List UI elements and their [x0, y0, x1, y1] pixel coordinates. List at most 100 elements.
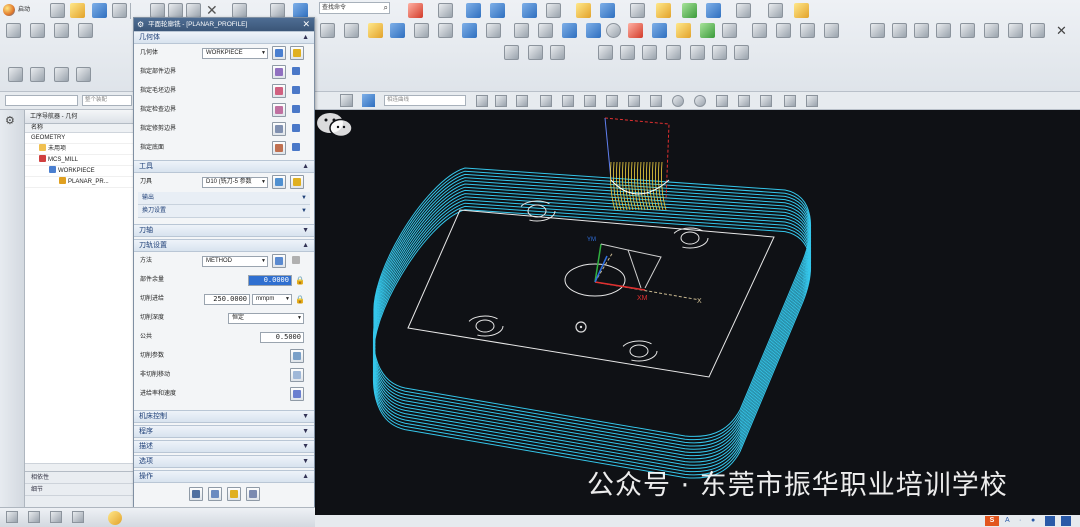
- op-mill-user-icon[interactable]: [712, 45, 727, 60]
- cube-view-icon[interactable]: [362, 94, 375, 107]
- snap-center-icon[interactable]: [540, 95, 552, 107]
- feature-navigator-icon[interactable]: [5, 200, 20, 215]
- operation-navigator-icon[interactable]: [5, 142, 20, 157]
- path-settings-section-header[interactable]: 刀轨设置 ▲: [134, 239, 314, 252]
- select-boundary-button[interactable]: [272, 141, 286, 155]
- replay-button[interactable]: [208, 487, 222, 501]
- ruler-icon[interactable]: [768, 3, 783, 18]
- tools-grid-icon[interactable]: [1061, 516, 1071, 526]
- shop-doc-icon[interactable]: [462, 23, 477, 38]
- keyboard-icon[interactable]: [1045, 516, 1055, 526]
- annotate-icon[interactable]: [800, 23, 815, 38]
- simulate-icon[interactable]: [652, 23, 667, 38]
- palette-icon[interactable]: [108, 511, 122, 525]
- extrude-icon[interactable]: [466, 3, 481, 18]
- snap-mid-icon[interactable]: [516, 95, 528, 107]
- op-mill-icon[interactable]: [528, 45, 543, 60]
- hd3d-tools-icon[interactable]: [5, 284, 20, 299]
- replay-toolpath-icon[interactable]: [368, 23, 383, 38]
- snap-tangent-icon[interactable]: [650, 95, 662, 107]
- view-icon[interactable]: [736, 3, 751, 18]
- graphics-window[interactable]: XM YM X 公众号 · 东莞市振华职业培训学校: [315, 110, 1080, 515]
- dimension-icon[interactable]: [794, 3, 809, 18]
- clock-icon[interactable]: [5, 406, 20, 421]
- snap-end-icon[interactable]: [495, 95, 507, 107]
- select-icon[interactable]: [960, 23, 975, 38]
- edit-method-button[interactable]: [290, 254, 304, 268]
- tree-row-unused[interactable]: 未用项: [25, 144, 133, 155]
- flag-icon[interactable]: [752, 23, 767, 38]
- details-panel[interactable]: 细节: [25, 484, 133, 496]
- snap-on-curve-icon[interactable]: [784, 95, 796, 107]
- command-search-input[interactable]: 查找命令 ⌕: [319, 2, 390, 14]
- roles-icon[interactable]: [5, 434, 20, 449]
- display-3d-icon[interactable]: [586, 23, 601, 38]
- geometry-section-header[interactable]: 几何体 ▲: [134, 31, 314, 44]
- punctuation-icon[interactable]: ·: [1019, 516, 1021, 526]
- move-layer-icon[interactable]: [892, 23, 907, 38]
- display-boundary-button[interactable]: [290, 84, 304, 98]
- circle-icon[interactable]: [606, 23, 621, 38]
- select-boundary-button[interactable]: [272, 65, 286, 79]
- tool-change-subsection[interactable]: 换刀设置 ▼: [138, 205, 310, 218]
- snap-line-icon[interactable]: [606, 95, 618, 107]
- machine-tool-navigator-icon[interactable]: [5, 168, 20, 183]
- status-icon-1[interactable]: [6, 511, 18, 523]
- measure-icon[interactable]: [682, 3, 697, 18]
- generate-button[interactable]: [189, 487, 203, 501]
- machine-control-section-header[interactable]: 机床控制 ▼: [134, 410, 314, 423]
- edit-display-icon[interactable]: [1008, 23, 1023, 38]
- generate-toolpath-icon[interactable]: [344, 23, 359, 38]
- dialog-close-icon[interactable]: ✕: [302, 18, 310, 31]
- cut-params-button[interactable]: [290, 349, 304, 363]
- snap-arc-icon[interactable]: [628, 95, 640, 107]
- description-section-header[interactable]: 描述 ▼: [134, 440, 314, 453]
- feature-icon[interactable]: [522, 3, 537, 18]
- output-subsection[interactable]: 输出 ▼: [138, 192, 310, 205]
- new-tool-button[interactable]: [272, 175, 286, 189]
- undo-icon[interactable]: [232, 3, 247, 18]
- options-section-header[interactable]: 选项 ▼: [134, 455, 314, 468]
- repeat-command-icon[interactable]: [270, 3, 285, 18]
- edit-geometry-button[interactable]: [290, 46, 304, 60]
- op-drill-icon[interactable]: [550, 45, 565, 60]
- op-probe-icon[interactable]: [642, 45, 657, 60]
- nav-machine-icon[interactable]: [30, 67, 45, 82]
- grid-icon[interactable]: [806, 95, 818, 107]
- lock-icon[interactable]: 🔒: [295, 275, 305, 286]
- actions-section-header[interactable]: 操作 ▲: [134, 470, 314, 483]
- program-order-icon[interactable]: [514, 23, 529, 38]
- analysis-icon[interactable]: [656, 3, 671, 18]
- tool-section-header[interactable]: 工具 ▲: [134, 160, 314, 173]
- snap-perp-icon[interactable]: [738, 95, 750, 107]
- layer-icon[interactable]: [706, 3, 721, 18]
- display-boundary-button[interactable]: [290, 103, 304, 117]
- op-type-icon[interactable]: [504, 45, 519, 60]
- component-icon[interactable]: [600, 3, 615, 18]
- list-toolpath-icon[interactable]: [414, 23, 429, 38]
- assembly-filter-select[interactable]: 整个装配: [82, 95, 132, 106]
- nav-geometry-icon[interactable]: [54, 67, 69, 82]
- select-boundary-button[interactable]: [272, 84, 286, 98]
- snap-circle-icon[interactable]: [672, 95, 684, 107]
- snap-face-icon[interactable]: [760, 95, 772, 107]
- render-style-icon[interactable]: [340, 94, 353, 107]
- create-geometry-icon[interactable]: [54, 23, 69, 38]
- history-icon[interactable]: [5, 344, 20, 359]
- tree-row-workpiece[interactable]: WORKPIECE: [25, 166, 133, 177]
- new-file-icon[interactable]: [50, 3, 65, 18]
- cut-icon[interactable]: [150, 3, 165, 18]
- layer-settings-icon[interactable]: [870, 23, 885, 38]
- create-program-icon[interactable]: [6, 23, 21, 38]
- tree-row-geometry[interactable]: GEOMETRY: [25, 133, 133, 144]
- op-inspect-icon[interactable]: [666, 45, 681, 60]
- reuse-library-icon[interactable]: [5, 256, 20, 271]
- paste-icon[interactable]: [186, 3, 201, 18]
- snap-arrow-icon[interactable]: [562, 95, 574, 107]
- program-section-header[interactable]: 程序 ▼: [134, 425, 314, 438]
- display-boundary-button[interactable]: [290, 65, 304, 79]
- edit-object-icon[interactable]: [320, 23, 335, 38]
- hole-icon[interactable]: [490, 3, 505, 18]
- verify-button[interactable]: [227, 487, 241, 501]
- op-more-icon[interactable]: [734, 45, 749, 60]
